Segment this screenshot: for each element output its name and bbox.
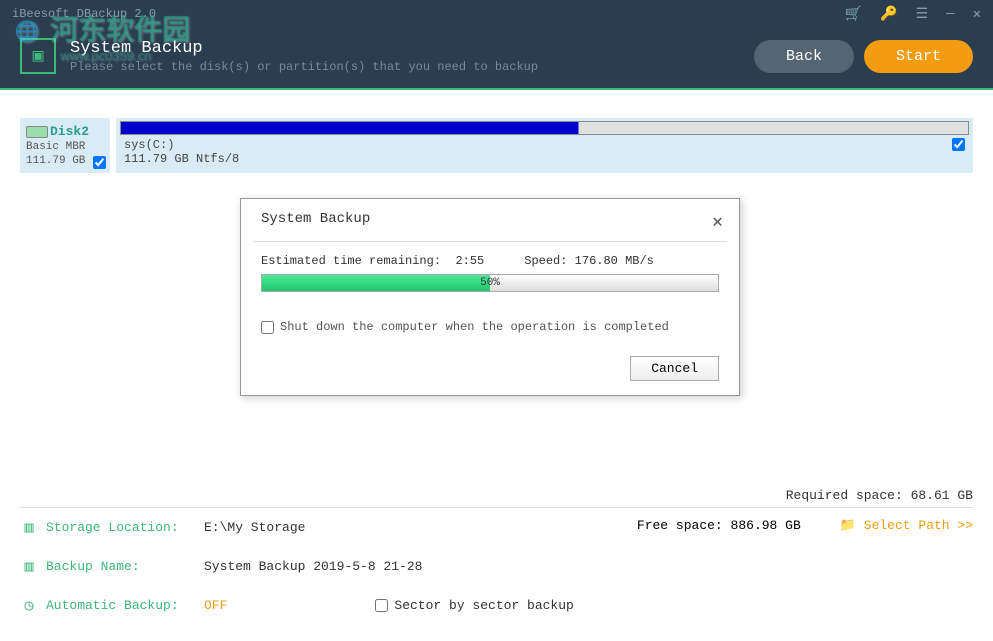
dialog-body: Estimated time remaining: 2:55 Speed: 17…	[241, 254, 739, 395]
clock-icon: ◷	[20, 596, 38, 615]
header-text: System Backup Please select the disk(s) …	[70, 39, 538, 74]
partition-info: sys(C:) 111.79 GB Ntfs/8	[120, 135, 969, 169]
partition-usage-bar	[120, 121, 969, 135]
storage-location-value: E:\My Storage	[204, 520, 305, 535]
backup-name-label: Backup Name:	[46, 559, 196, 574]
titlebar: iBeesoft DBackup 2.0 🛒 🔑 ☰ — ✕	[0, 0, 993, 28]
disk-name: Disk2	[50, 124, 89, 139]
disk-row: Disk2 Basic MBR 111.79 GB sys(C:) 111.79…	[20, 118, 973, 173]
time-remaining-label: Estimated time remaining:	[261, 254, 441, 268]
header: ▣ System Backup Please select the disk(s…	[0, 28, 993, 90]
dialog-header: System Backup ✕	[241, 199, 739, 241]
free-space-label: Free space:	[637, 518, 723, 533]
progress-percentage: 50%	[262, 275, 718, 291]
auto-backup-toggle[interactable]: OFF	[204, 598, 227, 613]
key-icon[interactable]: 🔑	[880, 6, 897, 23]
minimize-icon[interactable]: —	[946, 6, 954, 23]
required-space-row: Required space: 68.61 GB	[20, 482, 973, 508]
titlebar-controls: 🛒 🔑 ☰ — ✕	[845, 6, 981, 23]
required-space-value: 68.61 GB	[911, 488, 973, 503]
speed-value: 176.80 MB/s	[575, 254, 654, 268]
sector-backup-option: Sector by sector backup	[375, 598, 573, 613]
partition-panel[interactable]: sys(C:) 111.79 GB Ntfs/8	[116, 118, 973, 173]
speed-label: Speed:	[524, 254, 567, 268]
header-buttons: Back Start	[754, 40, 973, 73]
backup-name-row: ▥ Backup Name: System Backup 2019-5-8 21…	[20, 547, 973, 586]
select-path-link[interactable]: 📁 Select Path >>	[840, 518, 973, 533]
close-icon[interactable]: ✕	[973, 6, 981, 23]
app-title: iBeesoft DBackup 2.0	[12, 7, 156, 21]
tag-icon: ▥	[20, 557, 38, 576]
shutdown-label: Shut down the computer when the operatio…	[280, 320, 669, 334]
disk-info-panel[interactable]: Disk2 Basic MBR 111.79 GB	[20, 118, 110, 173]
disk-drive-icon	[26, 126, 48, 138]
required-space-label: Required space:	[786, 488, 903, 503]
auto-backup-label: Automatic Backup:	[46, 598, 196, 613]
backup-name-value[interactable]: System Backup 2019-5-8 21-28	[204, 559, 422, 574]
sector-label: Sector by sector backup	[394, 598, 573, 613]
partition-label: sys(C:)	[124, 138, 239, 152]
menu-icon[interactable]: ☰	[916, 6, 929, 23]
storage-location-row: ▥ Storage Location: E:\My Storage Free s…	[20, 508, 973, 547]
progress-bar: 50%	[261, 274, 719, 292]
sector-checkbox[interactable]	[375, 599, 388, 612]
start-button[interactable]: Start	[864, 40, 973, 73]
system-backup-icon: ▣	[20, 38, 56, 74]
free-space-value: 886.98 GB	[731, 518, 801, 533]
dialog-close-icon[interactable]: ✕	[712, 211, 723, 233]
partition-details: 111.79 GB Ntfs/8	[124, 152, 239, 166]
dialog-footer: Cancel	[261, 356, 719, 381]
back-button[interactable]: Back	[754, 40, 854, 73]
content-area: Disk2 Basic MBR 111.79 GB sys(C:) 111.79…	[0, 90, 993, 173]
page-subtitle: Please select the disk(s) or partition(s…	[70, 60, 538, 74]
auto-backup-row: ◷ Automatic Backup: OFF Sector by sector…	[20, 586, 973, 625]
footer: Required space: 68.61 GB ▥ Storage Locat…	[0, 482, 993, 641]
disk-type: Basic MBR	[26, 141, 104, 153]
shutdown-checkbox[interactable]	[261, 321, 274, 334]
page-title: System Backup	[70, 39, 538, 58]
cancel-button[interactable]: Cancel	[630, 356, 719, 381]
time-remaining-value: 2:55	[455, 254, 484, 268]
progress-dialog: System Backup ✕ Estimated time remaining…	[240, 198, 740, 396]
header-left: ▣ System Backup Please select the disk(s…	[20, 38, 538, 74]
cart-icon[interactable]: 🛒	[845, 6, 862, 23]
dialog-title: System Backup	[261, 211, 370, 233]
disk-checkbox[interactable]	[93, 156, 106, 169]
storage-location-label: Storage Location:	[46, 520, 196, 535]
progress-info: Estimated time remaining: 2:55 Speed: 17…	[261, 254, 719, 268]
partition-checkbox[interactable]	[952, 138, 965, 151]
shutdown-option: Shut down the computer when the operatio…	[261, 320, 719, 334]
folder-icon: ▥	[20, 518, 38, 537]
